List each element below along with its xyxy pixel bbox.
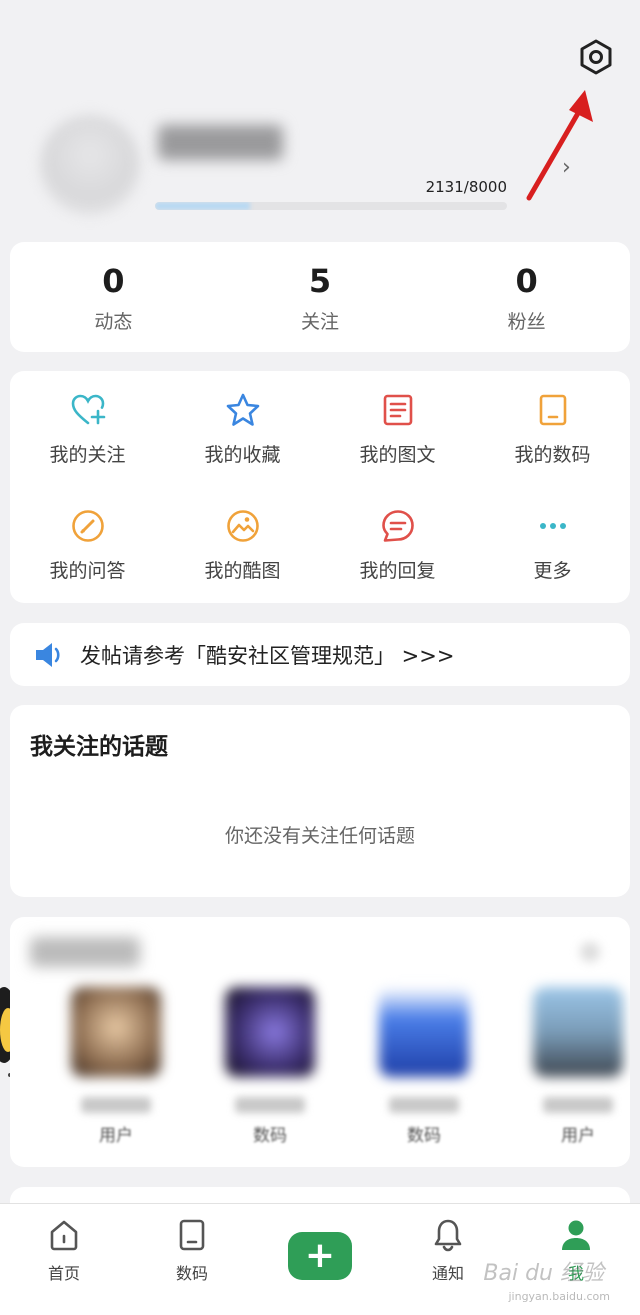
- baidu-watermark-sub: jingyan.baidu.com: [508, 1290, 610, 1303]
- recent-item[interactable]: 数码: [224, 987, 316, 1146]
- plus-icon: +: [304, 1235, 336, 1276]
- shortcut-my-replies[interactable]: 我的回复: [320, 487, 475, 603]
- recent-name-blurred: [235, 1097, 305, 1113]
- community-rules-notice[interactable]: 发帖请参考「酷安社区管理规范」 >>>: [10, 623, 630, 686]
- shortcut-label: 我的关注: [49, 443, 126, 466]
- shortcut-label: 更多: [533, 559, 572, 582]
- speaker-icon: [34, 640, 64, 670]
- nav-label: 通知: [431, 1264, 464, 1283]
- stat-label: 关注: [301, 310, 340, 333]
- username-blurred[interactable]: [158, 125, 283, 160]
- more-dots-icon: [535, 508, 571, 544]
- recent-items-row: 用户 数码 数码 用户: [70, 987, 624, 1146]
- shortcuts-grid: 我的关注 我的收藏 我的图文 我的数码 我的问答 我的酷图 我的回复 更多: [10, 371, 630, 603]
- recent-category: 用户: [561, 1126, 595, 1146]
- recent-thumbnail: [225, 987, 315, 1077]
- settings-icon[interactable]: [577, 38, 615, 76]
- stat-fans[interactable]: 0 粉丝: [423, 242, 630, 352]
- shortcut-label: 我的问答: [49, 559, 126, 582]
- pencil-icon: [70, 508, 106, 544]
- shortcut-label: 我的收藏: [204, 443, 281, 466]
- stat-label: 粉丝: [507, 310, 546, 333]
- recent-category: 数码: [253, 1126, 287, 1146]
- notice-text: 发帖请参考「酷安社区管理规范」 >>>: [80, 643, 455, 668]
- shortcut-my-articles[interactable]: 我的图文: [320, 371, 475, 487]
- empty-state-text: 你还没有关注任何话题: [224, 825, 415, 847]
- recent-category: 数码: [407, 1126, 441, 1146]
- stat-value: 0: [515, 261, 538, 300]
- recent-thumbnail: [379, 987, 469, 1077]
- shortcut-more[interactable]: 更多: [475, 487, 630, 603]
- stat-value: 0: [102, 261, 125, 300]
- shortcut-label: 我的图文: [359, 443, 436, 466]
- nav-label: 数码: [175, 1264, 208, 1283]
- shortcut-label: 我的回复: [359, 559, 436, 582]
- recent-name-blurred: [543, 1097, 613, 1113]
- recent-item[interactable]: 用户: [70, 987, 162, 1146]
- section-title: 我关注的话题: [30, 734, 168, 760]
- nav-label: 首页: [47, 1264, 80, 1283]
- shortcut-my-follows[interactable]: 我的关注: [10, 371, 165, 487]
- home-icon: [47, 1218, 81, 1252]
- stat-label: 动态: [94, 310, 133, 333]
- avatar[interactable]: [40, 115, 140, 215]
- shortcut-my-favorites[interactable]: 我的收藏: [165, 371, 320, 487]
- recent-thumbnail: [71, 987, 161, 1077]
- more-arrow-icon[interactable]: [580, 942, 600, 962]
- document-icon: [380, 392, 416, 428]
- followed-topics-card: 我关注的话题 你还没有关注任何话题: [10, 705, 630, 897]
- tablet-icon: [175, 1218, 209, 1252]
- add-post-button[interactable]: +: [288, 1232, 352, 1280]
- recent-item[interactable]: 用户: [532, 987, 624, 1146]
- recent-name-blurred: [81, 1097, 151, 1113]
- section-title-blurred: [30, 937, 140, 967]
- shortcut-label: 我的酷图: [204, 559, 281, 582]
- heart-plus-icon: [70, 392, 106, 428]
- stats-card: 0 动态 5 关注 0 粉丝: [10, 242, 630, 352]
- stat-value: 5: [308, 261, 332, 300]
- shortcut-label: 我的数码: [514, 443, 591, 466]
- nav-add[interactable]: +: [256, 1204, 384, 1315]
- baidu-watermark: Bai du 经验: [483, 1261, 604, 1286]
- recent-visits-card: 用户 数码 数码 用户: [10, 917, 630, 1167]
- profile-chevron-icon[interactable]: ›: [562, 155, 571, 180]
- level-progress-track: [155, 202, 507, 210]
- shortcut-my-devices[interactable]: 我的数码: [475, 371, 630, 487]
- recent-item[interactable]: 数码: [378, 987, 470, 1146]
- person-icon: [559, 1218, 593, 1252]
- stat-posts[interactable]: 0 动态: [10, 242, 217, 352]
- star-icon: [225, 392, 261, 428]
- level-progress: 2131/8000: [155, 178, 507, 218]
- recent-thumbnail: [533, 987, 623, 1077]
- red-arrow-annotation: [515, 82, 610, 207]
- recent-name-blurred: [389, 1097, 459, 1113]
- nav-home[interactable]: 首页: [0, 1204, 128, 1315]
- stat-following[interactable]: 5 关注: [217, 242, 424, 352]
- bell-icon: [431, 1218, 465, 1252]
- shortcut-my-qa[interactable]: 我的问答: [10, 487, 165, 603]
- picture-icon: [225, 508, 261, 544]
- level-progress-fill: [155, 202, 251, 210]
- nav-digital[interactable]: 数码: [128, 1204, 256, 1315]
- recent-category: 用户: [99, 1126, 133, 1146]
- tablet-icon: [535, 392, 571, 428]
- level-progress-text: 2131/8000: [425, 178, 507, 196]
- chat-icon: [380, 508, 416, 544]
- shortcut-my-pictures[interactable]: 我的酷图: [165, 487, 320, 603]
